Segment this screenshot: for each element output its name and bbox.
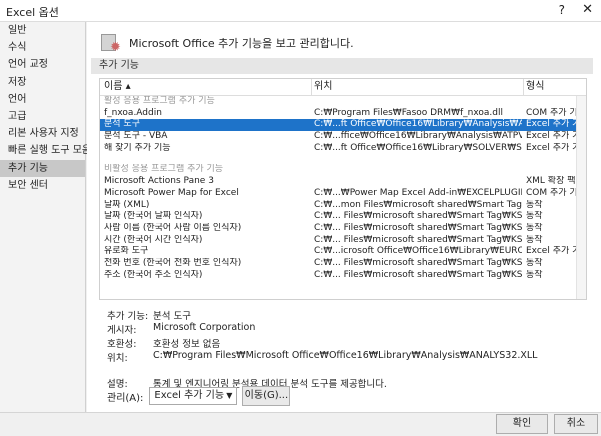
gear-icon: ✹ [101, 32, 123, 55]
cell-name: 주소 (한국어 주소 인식자) [104, 269, 203, 280]
detail-compatibility-value: 호환성 정보 없음 [153, 339, 221, 350]
table-row[interactable]: 사람 이름 (한국어 사람 이름 인식자) C:₩... Files₩micros… [100, 223, 586, 235]
page-header: ✹ Microsoft Office 추가 기능을 보고 관리합니다. [101, 30, 354, 56]
cell-name: 활성 응용 프로그램 추가 기능 [104, 96, 215, 106]
detail-addin-label: 추가 기능: [107, 311, 149, 322]
manage-label: 관리(A): [107, 392, 144, 404]
sidebar-item-trust-center[interactable]: 보안 센터 [0, 177, 85, 194]
sidebar-item-formulas[interactable]: 수식 [0, 39, 85, 56]
page-title: Microsoft Office 추가 기능을 보고 관리합니다. [129, 37, 354, 50]
cell-location: C:₩... Files₩microsoft shared₩Smart Tag₩… [314, 222, 522, 233]
table-row[interactable]: 유로화 도구 C:₩...icrosoft Office₩Office16₩Lib… [100, 246, 586, 258]
detail-publisher-value: Microsoft Corporation [153, 322, 256, 333]
cell-name: Microsoft Actions Pane 3 [104, 176, 214, 187]
column-header-type[interactable]: 형식 [526, 79, 584, 95]
table-group-header: 비활성 응용 프로그램 추가 기능 [100, 164, 586, 176]
cancel-button[interactable]: 취소 [554, 414, 598, 434]
cell-location: C:₩... Files₩microsoft shared₩Smart Tag₩… [314, 269, 522, 280]
sidebar-item-customize-ribbon[interactable]: 리본 사용자 지정 [0, 125, 85, 142]
sidebar-item-language[interactable]: 언어 [0, 91, 85, 108]
table-row[interactable]: 시간 (한국어 시간 인식자) C:₩... Files₩microsoft sh… [100, 235, 586, 247]
table-row[interactable]: 해 찾기 추가 기능 C:₩...ft Office₩Office16₩Libra… [100, 143, 586, 155]
table-body: 활성 응용 프로그램 추가 기능 f_nxoa.Addin C:₩Program F… [100, 96, 586, 281]
table-row[interactable]: Microsoft Actions Pane 3 XML 확장 팩 [100, 176, 586, 188]
table-spacer [100, 154, 586, 164]
cell-name: 사람 이름 (한국어 사람 이름 인식자) [104, 222, 242, 233]
cell-location: C:₩...₩Power Map Excel Add-in₩EXCELPLUGI… [314, 187, 522, 198]
addins-table: 이름 ▴ 위치 형식 활성 응용 프로그램 추가 기능 f_nxoa.Addin C… [99, 78, 587, 300]
cell-location: C:₩... Files₩microsoft shared₩Smart Tag₩… [314, 234, 522, 245]
sidebar-item-proofing[interactable]: 언어 교정 [0, 56, 85, 73]
cell-name: 시간 (한국어 시간 인식자) [104, 234, 203, 245]
cell-name: 날짜 (XML) [104, 199, 150, 210]
table-row[interactable]: 전화 번호 (한국어 전화 번호 인식자) C:₩... Files₩micros… [100, 258, 586, 270]
cell-location: C:₩... Files₩microsoft shared₩Smart Tag₩… [314, 211, 522, 222]
manage-select-value: Excel 추가 기능 [154, 390, 225, 401]
cell-name: Microsoft Power Map for Excel [104, 187, 239, 198]
table-row[interactable]: 주소 (한국어 주소 인식자) C:₩... Files₩microsoft sh… [100, 270, 586, 282]
column-header-name[interactable]: 이름 ▴ [104, 79, 308, 95]
table-row[interactable]: 날짜 (XML) C:₩...mon Files₩microsoft shared… [100, 200, 586, 212]
cell-location: C:₩...ft Office₩Office16₩Library₩Analysi… [314, 119, 522, 130]
cell-location: C:₩...ffice₩Office16₩Library₩Analysis₩AT… [314, 131, 522, 142]
cell-name: f_nxoa.Addin [104, 107, 162, 118]
table-row[interactable]: Microsoft Power Map for Excel C:₩...₩Powe… [100, 188, 586, 200]
close-icon[interactable]: ✕ [582, 2, 593, 17]
table-scrollbar[interactable] [576, 96, 586, 299]
detail-compatibility-label: 호환성: [107, 339, 137, 350]
table-row[interactable]: f_nxoa.Addin C:₩Program Files₩Fasoo DRM₩f… [100, 108, 586, 120]
window-title: Excel 옵션 [6, 6, 59, 19]
sidebar: 일반 수식 언어 교정 저장 언어 고급 리본 사용자 지정 빠른 실행 도구 … [0, 22, 91, 412]
detail-publisher-label: 게시자: [107, 325, 137, 336]
cell-name: 분석 도구 [104, 119, 140, 130]
table-header: 이름 ▴ 위치 형식 [100, 79, 586, 96]
cell-name: 유로화 도구 [104, 246, 149, 257]
sidebar-item-add-ins[interactable]: 추가 기능 [0, 159, 85, 177]
chevron-down-icon: ▼ [226, 391, 233, 400]
sidebar-item-save[interactable]: 저장 [0, 74, 85, 91]
section-header-addins: 추가 기능 [91, 58, 593, 74]
table-group-header: 활성 응용 프로그램 추가 기능 [100, 96, 586, 108]
cell-name: 분석 도구 - VBA [104, 131, 168, 142]
sidebar-item-general[interactable]: 일반 [0, 22, 85, 39]
sidebar-item-quick-access-toolbar[interactable]: 빠른 실행 도구 모음 [0, 142, 91, 159]
detail-location-label: 위치: [107, 353, 128, 364]
sidebar-item-advanced[interactable]: 고급 [0, 108, 85, 125]
cell-name: 날짜 (한국어 날짜 인식자) [104, 211, 203, 222]
manage-bar: 관리(A): Excel 추가 기능 ▼ 이동(G)... [107, 386, 291, 406]
go-button[interactable]: 이동(G)... [242, 386, 291, 406]
cell-name: 해 찾기 추가 기능 [104, 142, 171, 153]
table-row[interactable]: 분석 도구 - VBA C:₩...ffice₩Office16₩Library₩… [100, 131, 586, 143]
cell-location: C:₩... Files₩microsoft shared₩Smart Tag₩… [314, 257, 522, 268]
title-bar: Excel 옵션 ? ✕ [0, 0, 601, 22]
dialog-footer: 확인 취소 [0, 412, 601, 436]
table-row[interactable]: 분석 도구 C:₩...ft Office₩Office16₩Library₩An… [100, 119, 586, 132]
cell-location: C:₩...ft Office₩Office16₩Library₩SOLVER₩… [314, 142, 522, 153]
cell-location: C:₩...mon Files₩microsoft shared₩Smart T… [314, 199, 522, 210]
cell-name: 비활성 응용 프로그램 추가 기능 [104, 164, 224, 175]
manage-select[interactable]: Excel 추가 기능 ▼ [149, 387, 238, 405]
cell-location: C:₩...icrosoft Office₩Office16₩Library₩E… [314, 246, 522, 257]
column-header-location[interactable]: 위치 [314, 79, 522, 95]
cell-location: C:₩Program Files₩Fasoo DRM₩f_nxoa.dll [314, 107, 503, 118]
main-panel: ✹ Microsoft Office 추가 기능을 보고 관리합니다. 추가 기… [87, 22, 601, 412]
ok-button[interactable]: 확인 [496, 414, 548, 434]
detail-location-value: C:₩Program Files₩Microsoft Office₩Office… [153, 350, 538, 361]
help-icon[interactable]: ? [559, 3, 565, 17]
cell-name: 전화 번호 (한국어 전화 번호 인식자) [104, 257, 242, 268]
table-row[interactable]: 날짜 (한국어 날짜 인식자) C:₩... Files₩microsoft sh… [100, 211, 586, 223]
detail-addin-value: 분석 도구 [153, 311, 191, 322]
